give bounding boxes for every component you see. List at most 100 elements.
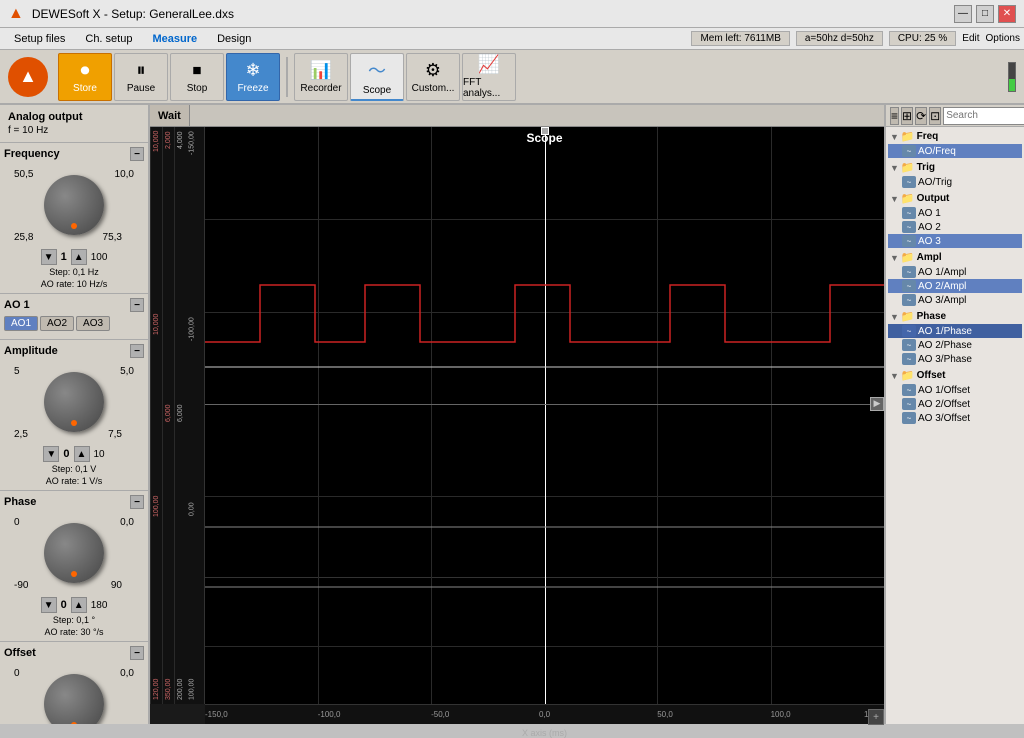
amp-knob-bl: 2,5	[14, 429, 28, 440]
grid-v-1	[318, 127, 319, 704]
amplitude-knob[interactable]	[44, 372, 104, 432]
phase-knob-tr: 0,0	[120, 517, 134, 528]
amp-knob-br: 7,5	[108, 429, 122, 440]
amplitude-collapse[interactable]: −	[130, 344, 144, 358]
rp-icon-3[interactable]: ⟳	[915, 107, 927, 125]
offset-folder-icon: 📁	[901, 369, 915, 382]
frequency-collapse[interactable]: −	[130, 147, 144, 161]
tree-group-phase-header[interactable]: ▼ 📁 Phase	[888, 309, 1022, 324]
ao1-ch-icon: ~	[902, 207, 916, 219]
rp-icon-4[interactable]: ⊡	[929, 107, 941, 125]
tree-item-ao-trig[interactable]: ~ AO/Trig	[888, 175, 1022, 189]
ao3-ampl-label: AO 3/Ampl	[918, 295, 966, 306]
ao3-ch-icon: ~	[902, 235, 916, 247]
x-tick-4: 50,0	[657, 710, 673, 719]
menu-design[interactable]: Design	[207, 31, 261, 47]
rp-icon-2[interactable]: ⊞	[901, 107, 913, 125]
grid-v-4	[657, 127, 658, 704]
phase-folder-icon: 📁	[901, 310, 915, 323]
scope-button[interactable]: 〜 Scope	[350, 53, 404, 101]
stop-button[interactable]: ⏹ Stop	[170, 53, 224, 101]
amp-knob-tr: 5,0	[120, 366, 134, 377]
tree-item-ao3-offset[interactable]: ~ AO 3/Offset	[888, 411, 1022, 425]
amp-knob-tl: 5	[14, 366, 20, 377]
amp-center-val: 0	[63, 448, 69, 460]
freq-up-btn[interactable]: ▲	[71, 249, 87, 265]
offset-knob[interactable]	[44, 674, 104, 724]
right-panel-toolbar: ≡ ⊞ ⟳ ⊡ 🔍	[886, 105, 1024, 127]
tree-group-output-label: Output	[917, 193, 950, 204]
ao3-tab[interactable]: AO3	[76, 316, 110, 331]
tree-group-ampl-header[interactable]: ▼ 📁 Ampl	[888, 250, 1022, 265]
fft-button[interactable]: 📈 FFT analys...	[462, 53, 516, 101]
tree-group-trig-header[interactable]: ▼ 📁 Trig	[888, 160, 1022, 175]
phase-right-val: 180	[91, 600, 108, 611]
ao3-label: AO 3	[918, 236, 941, 247]
tree-item-ao2-ampl[interactable]: ~ AO 2/Ampl	[888, 279, 1022, 293]
phase-down-btn[interactable]: ▼	[41, 597, 57, 613]
phase-knob-br: 90	[111, 580, 122, 591]
ao1-tab[interactable]: AO1	[4, 316, 38, 331]
tree-item-ao1[interactable]: ~ AO 1	[888, 206, 1022, 220]
search-input[interactable]	[943, 107, 1024, 125]
edit-button[interactable]: Edit	[962, 33, 979, 44]
app-icon: ▲	[8, 57, 48, 97]
custom-button[interactable]: ⚙ Custom...	[406, 53, 460, 101]
zoom-button[interactable]: +	[868, 709, 884, 725]
pause-button[interactable]: ⏸ Pause	[114, 53, 168, 101]
frequency-header[interactable]: Frequency −	[4, 147, 144, 161]
offset-knob-tl: 0	[14, 668, 20, 679]
tree-item-ao3[interactable]: ~ AO 3	[888, 234, 1022, 248]
phase-up-btn[interactable]: ▲	[71, 597, 87, 613]
freq-down-btn[interactable]: ▼	[41, 249, 57, 265]
title-bar: ▲ DEWESoft X - Setup: GeneralLee.dxs — □…	[0, 0, 1024, 28]
tree-group-offset-header[interactable]: ▼ 📁 Offset	[888, 368, 1022, 383]
tree-item-ao1-offset[interactable]: ~ AO 1/Offset	[888, 383, 1022, 397]
amp-up-btn[interactable]: ▲	[74, 446, 90, 462]
maximize-button[interactable]: □	[976, 5, 994, 23]
phase-collapse[interactable]: −	[130, 495, 144, 509]
menu-ch-setup[interactable]: Ch. setup	[75, 31, 142, 47]
minimize-button[interactable]: —	[954, 5, 972, 23]
recorder-button[interactable]: 📊 Recorder	[294, 53, 348, 101]
amplitude-header[interactable]: Amplitude −	[4, 344, 144, 358]
ao1-label: AO 1	[918, 208, 941, 219]
freeze-button[interactable]: ❄ Freeze	[226, 53, 280, 101]
level-indicators	[1008, 62, 1016, 92]
tree-group-freq-header[interactable]: ▼ 📁 Freq	[888, 129, 1022, 144]
close-button[interactable]: ✕	[998, 5, 1016, 23]
rp-icon-1[interactable]: ≡	[890, 107, 899, 125]
cursor-top-marker[interactable]	[541, 127, 549, 135]
options-button[interactable]: Options	[986, 33, 1020, 44]
ao-trig-ch-icon: ~	[902, 176, 916, 188]
tree-item-ao-freq[interactable]: ~ AO/Freq	[888, 144, 1022, 158]
tree-group-freq-label: Freq	[917, 131, 939, 142]
phase-knob[interactable]	[44, 523, 104, 583]
store-icon: ⏺	[81, 60, 90, 81]
phase-header[interactable]: Phase −	[4, 495, 144, 509]
ao3-phase-label: AO 3/Phase	[918, 354, 972, 365]
offset-header[interactable]: Offset −	[4, 646, 144, 660]
ao2-offset-label: AO 2/Offset	[918, 399, 970, 410]
scope-edge-handle[interactable]: ▶	[870, 397, 884, 411]
offset-collapse[interactable]: −	[130, 646, 144, 660]
ao-collapse[interactable]: −	[130, 298, 144, 312]
phase-center-val: 0	[61, 599, 67, 611]
menu-measure[interactable]: Measure	[142, 31, 207, 47]
menu-setup-files[interactable]: Setup files	[4, 31, 75, 47]
tree-item-ao3-phase[interactable]: ~ AO 3/Phase	[888, 352, 1022, 366]
tree-item-ao2-offset[interactable]: ~ AO 2/Offset	[888, 397, 1022, 411]
recorder-icon: 📊	[310, 60, 332, 81]
scope-plot[interactable]: Scope	[205, 127, 884, 704]
ao2-tab[interactable]: AO2	[40, 316, 74, 331]
tree-group-output-header[interactable]: ▼ 📁 Output	[888, 191, 1022, 206]
store-button[interactable]: ⏺ Store	[58, 53, 112, 101]
tree-item-ao1-ampl[interactable]: ~ AO 1/Ampl	[888, 265, 1022, 279]
amp-down-btn[interactable]: ▼	[43, 446, 59, 462]
tree-item-ao3-ampl[interactable]: ~ AO 3/Ampl	[888, 293, 1022, 307]
tree-item-ao2-phase[interactable]: ~ AO 2/Phase	[888, 338, 1022, 352]
trig-expand-arrow: ▼	[890, 163, 899, 173]
tree-item-ao2[interactable]: ~ AO 2	[888, 220, 1022, 234]
tree-item-ao1-phase[interactable]: ~ AO 1/Phase	[888, 324, 1022, 338]
frequency-knob[interactable]	[44, 175, 104, 235]
